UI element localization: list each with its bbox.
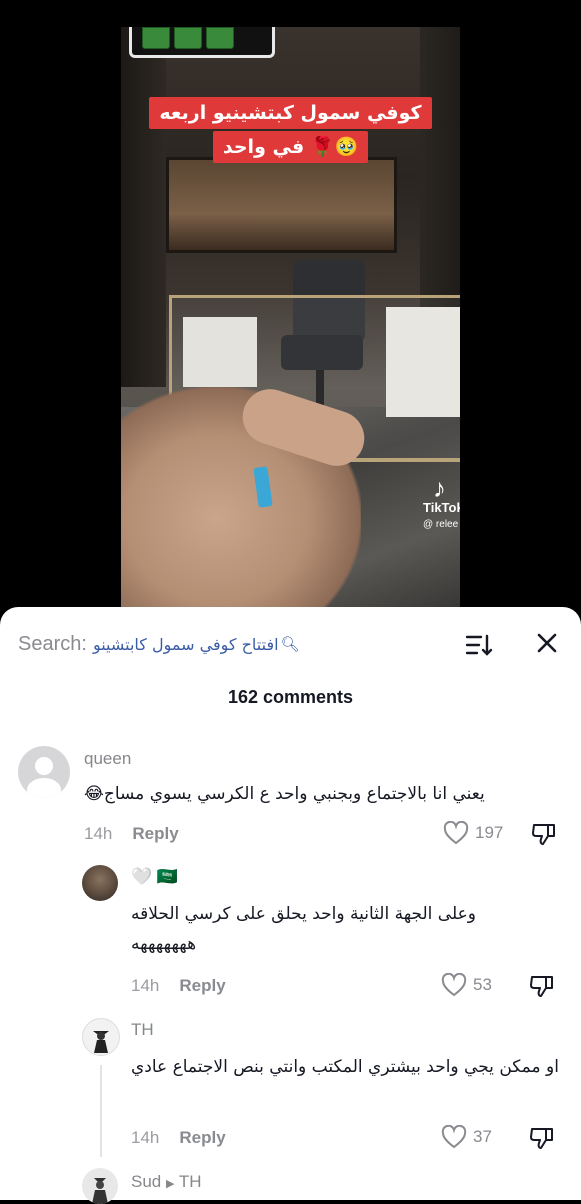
video-player[interactable]: كوفي سمول كبتشينيو اربعه في واحد 🌹🥹 ♪ Ti… [121,27,460,627]
like-button[interactable]: 197 [443,821,503,845]
heart-icon [441,1125,467,1149]
comments-sheet: Search: افتتاح كوفي سمول كابتشينو 🔍︎ 162… [0,607,581,1204]
avatar[interactable] [82,1018,120,1056]
comment-text: يعني انا بالاجتماع وبجنبي واحد ع الكرسي … [84,784,485,804]
comment-text: او ممكن يجي واحد بيشتري المكتب وانتي بنص… [131,1057,559,1077]
video-drawer-left [183,317,257,387]
reply-button[interactable]: Reply [132,824,178,843]
like-button[interactable]: 37 [441,1125,492,1149]
heart-icon [441,973,467,997]
comment-meta: 14h Reply [131,976,226,996]
comment-meta: 14h Reply [84,824,179,844]
video-wall-left [121,27,166,387]
comment-meta: 14h Reply [131,1128,226,1148]
like-count: 37 [473,1127,492,1146]
reply-arrow-icon: ▶ [165,1178,175,1190]
comment-username[interactable]: TH [131,1020,154,1040]
tiktok-watermark: ♪ TikTok @ relee [423,473,460,532]
search-label: Search: [18,632,87,655]
like-count: 197 [475,823,504,842]
dislike-icon[interactable] [531,822,557,846]
thread-line [100,1065,102,1157]
watermark-user: @ relee [423,519,459,530]
caption-line-2: في واحد 🌹🥹 [212,131,369,163]
battery-icon [129,27,275,58]
search-icon: 🔍︎ [280,635,300,653]
search-suggestion[interactable]: Search: افتتاح كوفي سمول كابتشينو 🔍︎ [18,627,563,661]
heart-icon [443,821,469,845]
video-caption: كوفي سمول كبتشينيو اربعه في واحد 🌹🥹 [121,97,460,163]
search-term[interactable]: افتتاح كوفي سمول كابتشينو [93,635,279,654]
comment-username[interactable]: Sud ▶ TH [131,1172,202,1192]
reply-author: Sud [131,1172,162,1191]
like-button[interactable]: 53 [441,973,492,997]
dislike-icon[interactable] [529,1126,555,1150]
watermark-brand: TikTok [423,500,460,515]
avatar[interactable] [18,746,70,798]
avatar[interactable] [82,1168,118,1204]
like-count: 53 [473,975,492,994]
comment-time: 14h [131,976,160,995]
avatar[interactable] [82,865,118,901]
comments-count: 162 comments [227,687,354,707]
comment-time: 14h [84,824,113,843]
reply-button[interactable]: Reply [179,1128,225,1147]
comment-username[interactable]: queen [84,749,131,769]
dislike-icon[interactable] [529,974,555,998]
tiktok-logo-icon: ♪ [433,473,446,503]
video-drawer-right [386,307,460,417]
caption-line-1: كوفي سمول كبتشينيو اربعه [149,97,432,129]
close-icon[interactable] [535,631,559,655]
comment-time: 14h [131,1128,160,1147]
comment-username[interactable]: 🤍 🇸🇦 [131,867,178,887]
reply-button[interactable]: Reply [179,976,225,995]
reply-to: TH [178,1172,202,1191]
comment-text: وعلى الجهة الثانية واحد يحلق على كرسي ال… [131,904,476,954]
video-window [166,157,397,253]
sort-icon[interactable] [465,633,493,657]
